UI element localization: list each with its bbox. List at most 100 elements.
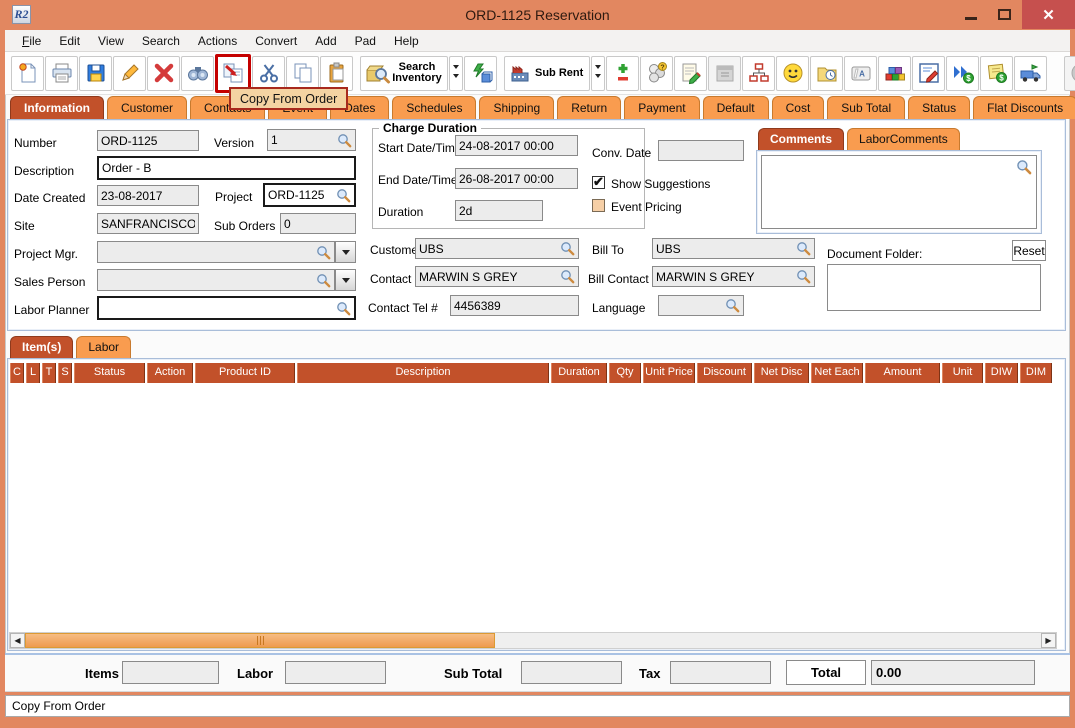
tab-comments[interactable]: Comments [758, 128, 845, 150]
tab-cost[interactable]: Cost [771, 96, 825, 119]
menu-view[interactable]: View [89, 32, 133, 50]
inventory-cubes-button[interactable] [878, 55, 912, 91]
col-action[interactable]: Action [147, 363, 193, 383]
items-table-body[interactable] [10, 384, 1056, 631]
col-t[interactable]: T [42, 363, 56, 383]
print-button[interactable] [45, 55, 78, 91]
version-field[interactable]: 1 [267, 129, 356, 151]
edit-comments-button[interactable] [912, 55, 946, 91]
show-suggestions-checkbox[interactable] [592, 174, 605, 190]
tab-payment[interactable]: Payment [624, 96, 700, 119]
search-icon[interactable] [316, 245, 331, 260]
search-icon[interactable] [796, 241, 811, 256]
language-field[interactable] [658, 295, 744, 316]
order-tree-button[interactable] [742, 55, 776, 91]
tab-labor-comments[interactable]: LaborComments [847, 128, 960, 150]
col-net-disc[interactable]: Net Disc [754, 363, 809, 383]
contact-tel-field[interactable]: 4456389 [450, 295, 579, 316]
title-bar[interactable]: R2 ORD-1125 Reservation ✕ [0, 0, 1075, 30]
tab-shipping[interactable]: Shipping [479, 96, 555, 119]
tab-return[interactable]: Return [557, 96, 622, 119]
history-folder-button[interactable] [810, 55, 844, 91]
add-remove-lines-button[interactable] [606, 55, 640, 91]
search-icon[interactable] [336, 301, 351, 316]
col-s[interactable]: S [58, 363, 72, 383]
minimize-button[interactable] [960, 4, 982, 25]
delete-button[interactable] [147, 55, 180, 91]
sub-rent-options-button[interactable] [591, 55, 606, 91]
col-duration[interactable]: Duration [551, 363, 607, 383]
menu-edit[interactable]: Edit [50, 32, 89, 50]
search-icon[interactable] [796, 269, 811, 284]
scrollbar-thumb[interactable] [25, 633, 495, 648]
comments-textarea[interactable] [761, 155, 1037, 229]
col-status[interactable]: Status [74, 363, 145, 383]
tab-flat-discounts[interactable]: Flat Discounts [973, 96, 1075, 119]
shortcut-keys-button[interactable]: A [844, 55, 878, 91]
col-product-id[interactable]: Product ID [195, 363, 295, 383]
col-discount[interactable]: Discount [697, 363, 752, 383]
description-field[interactable]: Order - B [97, 156, 356, 180]
document-folder-box[interactable] [827, 264, 1041, 311]
col-net-each[interactable]: Net Each [811, 363, 863, 383]
order-notes-button[interactable] [674, 55, 708, 91]
copy-button[interactable] [286, 55, 319, 91]
paste-button[interactable] [320, 55, 353, 91]
search-inventory-options-button[interactable] [449, 55, 463, 91]
search-inventory-button[interactable]: Search Inventory [360, 55, 448, 91]
scroll-right-button[interactable]: ▶ [1041, 633, 1056, 648]
menu-file[interactable]: File [13, 32, 50, 50]
col-c[interactable]: C [10, 363, 24, 383]
delivery-button[interactable] [1014, 55, 1048, 91]
bill-to-field[interactable]: UBS [652, 238, 815, 259]
menu-add[interactable]: Add [306, 32, 345, 50]
menu-actions[interactable]: Actions [189, 32, 246, 50]
menu-convert[interactable]: Convert [246, 32, 306, 50]
search-icon[interactable] [337, 133, 352, 148]
tab-customer[interactable]: Customer [107, 96, 188, 119]
find-button[interactable] [181, 55, 214, 91]
labor-planner-field[interactable] [97, 296, 356, 320]
col-diw[interactable]: DIW [985, 363, 1018, 383]
tab-information[interactable]: Information [10, 96, 104, 119]
tab-sub-total[interactable]: Sub Total [827, 96, 906, 119]
event-pricing-checkbox[interactable] [592, 199, 605, 212]
customer-field[interactable]: UBS [415, 238, 579, 259]
project-field[interactable]: ORD-1125 [263, 183, 356, 207]
contact-field[interactable]: MARWIN S GREY [415, 266, 579, 287]
search-icon[interactable] [725, 298, 740, 313]
col-unit[interactable]: Unit [942, 363, 983, 383]
edit-button[interactable] [113, 55, 146, 91]
menu-pad[interactable]: Pad [346, 32, 385, 50]
tab-schedules[interactable]: Schedules [392, 96, 477, 119]
tab-status[interactable]: Status [908, 96, 971, 119]
col-qty[interactable]: Qty [609, 363, 641, 383]
search-icon[interactable] [560, 269, 575, 284]
search-icon[interactable] [560, 241, 575, 256]
maximize-button[interactable] [993, 4, 1015, 25]
availability-button[interactable]: ? [640, 55, 674, 91]
search-icon[interactable] [336, 188, 351, 203]
search-icon[interactable] [1016, 159, 1032, 175]
tab-labor[interactable]: Labor [76, 336, 132, 358]
scroll-left-button[interactable]: ◀ [10, 633, 25, 648]
new-button[interactable] [11, 55, 44, 91]
tab-default[interactable]: Default [702, 96, 769, 119]
items-horizontal-scrollbar[interactable]: ◀ ▶ [9, 632, 1057, 649]
reset-button[interactable]: Reset [1012, 240, 1046, 261]
close-button[interactable]: ✕ [1022, 0, 1075, 29]
sales-person-field[interactable] [97, 269, 335, 291]
project-mgr-field[interactable] [97, 241, 335, 263]
sub-rent-button[interactable]: Sub Rent [504, 55, 591, 91]
save-button[interactable] [79, 55, 112, 91]
col-description[interactable]: Description [297, 363, 549, 383]
search-icon[interactable] [316, 273, 331, 288]
col-dim[interactable]: DIM [1020, 363, 1052, 383]
menu-help[interactable]: Help [385, 32, 428, 50]
billing-notes-button[interactable]: $ [980, 55, 1014, 91]
menu-search[interactable]: Search [133, 32, 189, 50]
forward-invoice-button[interactable]: $ [946, 55, 980, 91]
project-mgr-dropdown-button[interactable] [335, 241, 356, 263]
cut-button[interactable] [252, 55, 285, 91]
col-l[interactable]: L [26, 363, 40, 383]
